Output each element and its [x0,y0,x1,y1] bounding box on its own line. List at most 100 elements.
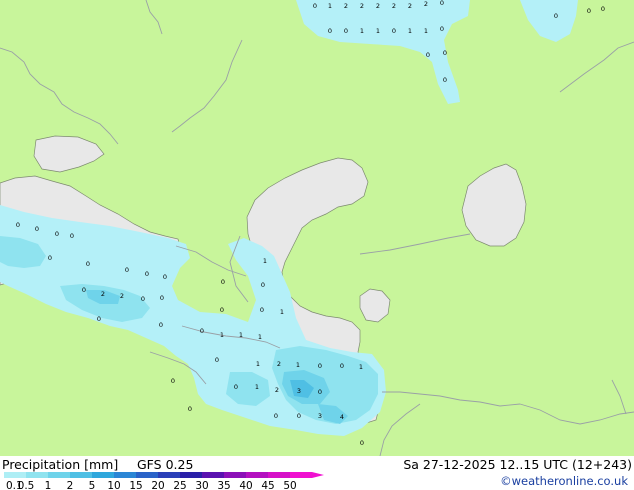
scale-label: 1 [45,480,52,490]
precip-value: 2 [376,2,380,10]
scale-label: 45 [261,480,274,490]
precip-value: 0 [261,281,265,289]
scale-swatch [158,472,180,478]
precip-value: 0 [160,294,164,302]
precip-value: 0 [171,377,175,385]
scale-swatch [180,472,202,478]
precip-value: 0 [234,383,238,391]
precip-value: 2 [101,290,105,298]
scale-swatch [136,472,158,478]
precip-value: 0 [260,306,264,314]
precip-value: 0 [35,225,39,233]
color-scale: 0.10.5 1 2 5 10 15 20 25 30 35 40 45 50 [4,472,324,490]
precip-value: 0 [159,321,163,329]
precip-value: 1 [328,2,332,10]
precip-value: 0 [318,362,322,370]
scale-swatch [114,472,136,478]
precip-value: 0 [443,49,447,57]
precip-value: 1 [220,331,224,339]
precip-value: 1 [280,308,284,316]
precip-value: 0 [274,412,278,420]
precip-value: 1 [258,333,262,341]
scale-swatch [70,472,92,478]
precip-value: 1 [424,27,428,35]
scale-swatch [268,472,290,478]
precip-value: 4 [340,413,344,421]
precip-value: 0 [82,286,86,294]
precip-value: 0 [215,356,219,364]
scale-swatch [290,472,312,478]
precip-value: 1 [360,27,364,35]
precip-value: 0 [145,270,149,278]
precip-value: 0 [440,0,444,7]
precip-value: 0 [200,327,204,335]
precip-value: 0 [318,388,322,396]
scale-label: 50 [283,480,296,490]
precip-value: 0 [188,405,192,413]
scale-arrow [312,472,324,478]
scale-label: 0.5 [18,480,35,490]
precip-value: 1 [359,363,363,371]
legend-title: Precipitation [mm] [2,457,119,472]
precip-value: 0 [426,51,430,59]
scale-label: 35 [217,480,230,490]
precip-value: 2 [344,2,348,10]
precip-value: 0 [86,260,90,268]
precip-value: 0 [55,230,59,238]
scale-label: 30 [195,480,208,490]
precip-value: 2 [408,2,412,10]
credit-link[interactable]: ©weatheronline.co.uk [500,474,628,488]
scale-label: 10 [107,480,120,490]
model-label: GFS 0.25 [137,457,194,472]
precip-value: 0 [297,412,301,420]
precip-value: 3 [318,412,322,420]
precip-value: 0 [554,12,558,20]
precip-value: 0 [340,362,344,370]
precip-value: 0 [360,439,364,447]
precip-value: 2 [277,360,281,368]
precipitation-map: 0 1 2 2 2 2 2 2 0 0 0 0 0 0 1 1 0 1 1 0 0 0 0 0 0 0 0 0 0 0 0 0 0 2 2 0 0 0 0 0… [0,0,634,456]
precip-value: 0 [344,27,348,35]
precip-value: 0 [16,221,20,229]
precip-value: 0 [440,25,444,33]
precip-value: 3 [297,387,301,395]
scale-swatch [202,472,224,478]
precip-value: 1 [256,360,260,368]
valid-time: Sa 27-12-2025 12..15 UTC (12+243) [403,457,632,472]
scale-swatch [224,472,246,478]
precip-value: 0 [601,5,605,13]
scale-swatch [92,472,114,478]
precip-value: 2 [120,292,124,300]
precip-value: 1 [376,27,380,35]
precip-value: 2 [360,2,364,10]
precip-value: 0 [141,295,145,303]
precip-value: 1 [255,383,259,391]
precip-value: 1 [263,257,267,265]
precip-value: 2 [424,0,428,8]
scale-label: 5 [89,480,96,490]
precip-value: 0 [221,278,225,286]
precip-value: 2 [275,386,279,394]
precip-value: 0 [163,273,167,281]
map-footer: Precipitation [mm] GFS 0.25 Sa 27-12-202… [0,456,634,490]
precip-value: 0 [313,2,317,10]
precip-value: 0 [97,315,101,323]
scale-swatch [48,472,70,478]
precip-value: 1 [296,361,300,369]
precip-value: 0 [70,232,74,240]
scale-swatch [26,472,48,478]
scale-label: 25 [173,480,186,490]
scale-swatch [4,472,26,478]
scale-swatch [246,472,268,478]
precip-value: 0 [443,76,447,84]
precip-value: 1 [239,331,243,339]
precip-value: 0 [220,306,224,314]
precip-value: 0 [48,254,52,262]
scale-label: 2 [67,480,74,490]
scale-label: 20 [151,480,164,490]
precip-value: 0 [328,27,332,35]
precip-value: 0 [392,27,396,35]
scale-label: 15 [129,480,142,490]
precip-value: 2 [392,2,396,10]
scale-label: 40 [239,480,252,490]
